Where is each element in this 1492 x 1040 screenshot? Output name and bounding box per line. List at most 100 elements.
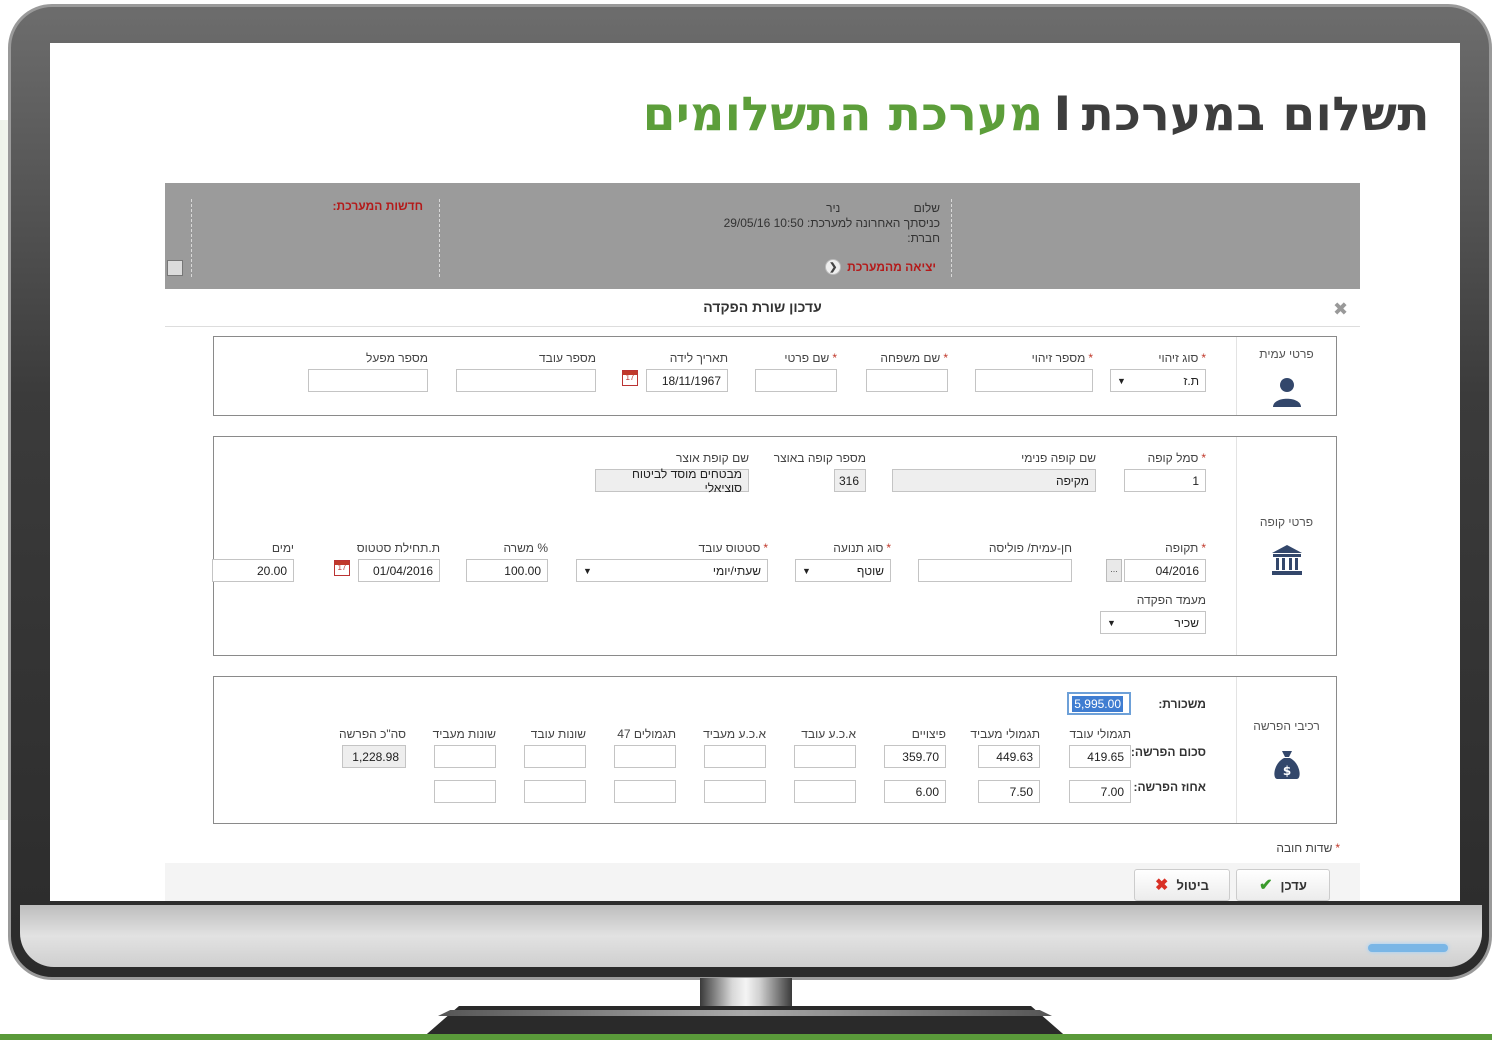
employee-status-label: סטטוס עובד: [698, 541, 761, 555]
movement-type-select[interactable]: שוטף ▼: [795, 559, 891, 582]
deposit-percent-input[interactable]: [614, 780, 676, 803]
last-name-input[interactable]: [866, 369, 948, 392]
deposit-percent-input[interactable]: [524, 780, 586, 803]
plant-number-input[interactable]: [308, 369, 428, 392]
treasury-name-field: שם קופת אוצר מבטחים מוסד לביטוח סוציאלי: [595, 451, 749, 495]
mandatory-note-text: שדות חובה: [1276, 841, 1333, 855]
period-picker-button[interactable]: ...: [1106, 559, 1122, 582]
salary-label: משכורת:: [1158, 697, 1206, 711]
deposit-column: תגמולים 47: [614, 727, 676, 803]
chevron-down-icon: ▼: [802, 565, 811, 576]
last-login-value: 29/05/16 10:50: [723, 216, 804, 230]
mandatory-note: *שדות חובה: [1276, 841, 1340, 855]
deposit-amount-input[interactable]: 449.63: [978, 745, 1040, 768]
dialog-title: עדכון שורת הפקדה: [703, 299, 822, 315]
deposit-amount-input[interactable]: [614, 745, 676, 768]
employee-number-field: מספר עובד: [456, 351, 596, 392]
logout-link[interactable]: יציאה מהמערכת ❮: [825, 259, 936, 275]
deposit-total-label: סה"כ הפרשה: [339, 727, 406, 741]
id-type-field: *סוג זיהוי ת.ז ▼: [1110, 351, 1206, 392]
treasury-name-input: מבטחים מוסד לביטוח סוציאלי: [595, 467, 749, 495]
employee-status-select[interactable]: שעתי/יומי ▼: [576, 559, 768, 582]
days-label: ימים: [271, 541, 294, 555]
birth-date-input[interactable]: 18/11/1967: [646, 369, 728, 392]
period-field: *תקופה 04/2016: [1124, 541, 1206, 582]
deposit-amount-input[interactable]: [524, 745, 586, 768]
status-start-input[interactable]: 01/04/2016: [358, 559, 440, 582]
employee-section-title: פרטי עמית: [1259, 347, 1314, 361]
amount-row-label: סכום הפרשה:: [1130, 745, 1206, 759]
first-name-input[interactable]: [755, 369, 837, 392]
calendar-icon[interactable]: 17: [334, 560, 350, 576]
fund-section-label: פרטי קופה: [1236, 437, 1336, 655]
calendar-icon[interactable]: 17: [622, 370, 638, 386]
movement-type-label: סוג תנועה: [833, 541, 884, 555]
deposit-section: רכיבי הפרשה $ משכורת: 5,995.00 סכום הפרש…: [213, 676, 1337, 824]
svg-text:$: $: [1282, 764, 1290, 778]
id-type-select[interactable]: ת.ז ▼: [1110, 369, 1206, 392]
account-field: חן-עמית/ פוליסה: [918, 541, 1072, 582]
header-divider: [191, 199, 192, 277]
employee-number-input[interactable]: [456, 369, 596, 392]
money-bag-icon: $: [1273, 751, 1300, 779]
account-input[interactable]: [918, 559, 1072, 582]
dialog-header: עדכון שורת הפקדה ✖: [165, 289, 1360, 327]
job-percent-input[interactable]: 100.00: [466, 559, 548, 582]
period-input[interactable]: 04/2016: [1124, 559, 1206, 582]
logout-label: יציאה מהמערכת: [847, 260, 936, 274]
x-icon: ✖: [1155, 877, 1169, 894]
bank-icon: [1271, 545, 1302, 575]
user-info: שלום ניר כניסתך האחרונה למערכת: 29/05/16…: [660, 201, 940, 246]
first-name-field: *שם פרטי: [755, 351, 837, 392]
treasury-number-field: מספר קופה באוצר 316: [774, 451, 866, 492]
deposit-percent-input[interactable]: [434, 780, 496, 803]
deposit-percent-input[interactable]: 7.50: [978, 780, 1040, 803]
page-headline: תשלום במערכתIמערכת התשלומים: [643, 87, 1430, 142]
deposit-status-value: שכיר: [1174, 615, 1199, 630]
check-icon: ✔: [1259, 877, 1273, 894]
deposit-percent-input[interactable]: [794, 780, 856, 803]
deposit-column: תגמולי עובד 419.65 7.00: [1069, 727, 1131, 803]
deposit-amount-input[interactable]: [434, 745, 496, 768]
deposit-percent-input[interactable]: 6.00: [884, 780, 946, 803]
id-number-field: *מספר זיהוי: [975, 351, 1093, 392]
deposit-percent-input[interactable]: 7.00: [1069, 780, 1131, 803]
deposit-amount-input[interactable]: [704, 745, 766, 768]
user-name: ניר: [826, 201, 841, 215]
treasury-number-input: 316: [834, 469, 866, 492]
deposit-amount-input[interactable]: 359.70: [884, 745, 946, 768]
treasury-number-label: מספר קופה באוצר: [773, 451, 866, 465]
period-label: תקופה: [1165, 541, 1199, 555]
update-button[interactable]: עדכן ✔: [1236, 869, 1330, 901]
employee-section-label: פרטי עמית: [1236, 337, 1336, 415]
deposit-column-label: שונות מעביד: [432, 727, 496, 741]
deposit-amount-input[interactable]: [794, 745, 856, 768]
close-icon[interactable]: ✖: [1333, 299, 1348, 320]
deposit-column: תגמולי מעביד 449.63 7.50: [970, 727, 1040, 803]
broken-image-icon: [167, 260, 183, 276]
birth-date-label: תאריך לידה: [669, 351, 728, 365]
salary-input[interactable]: 5,995.00: [1067, 692, 1131, 715]
id-number-label: מספר זיהוי: [1031, 351, 1086, 365]
deposit-column-label: שונות עובד: [530, 727, 586, 741]
movement-type-field: *סוג תנועה שוטף ▼: [795, 541, 891, 582]
deposit-column: א.כ.ע מעביד: [703, 727, 766, 803]
deposit-status-select[interactable]: שכיר ▼: [1100, 611, 1206, 634]
deposit-section-label: רכיבי הפרשה $: [1236, 677, 1336, 823]
movement-type-value: שוטף: [856, 563, 884, 578]
fund-section: פרטי קופה *סמל קופה 1 שם קופה פנימי מקיפ…: [212, 436, 1337, 656]
days-input[interactable]: 20.00: [212, 559, 294, 582]
fund-code-input[interactable]: 1: [1124, 469, 1206, 492]
deposit-amount-input[interactable]: 419.65: [1069, 745, 1131, 768]
id-number-input[interactable]: [975, 369, 1093, 392]
last-name-label: שם משפחה: [880, 351, 941, 365]
deposit-column-label: א.כ.ע מעביד: [703, 727, 766, 741]
cancel-button[interactable]: ביטול ✖: [1134, 869, 1230, 901]
deposit-percent-input[interactable]: [704, 780, 766, 803]
cancel-button-label: ביטול: [1176, 877, 1209, 893]
dialog-footer: עדכן ✔ ביטול ✖: [165, 863, 1360, 901]
deposit-column-label: פיצויים: [911, 727, 946, 741]
job-percent-label: % משרה: [503, 541, 548, 555]
header-divider: [951, 199, 952, 277]
system-news-label: חדשות המערכת:: [332, 199, 423, 213]
